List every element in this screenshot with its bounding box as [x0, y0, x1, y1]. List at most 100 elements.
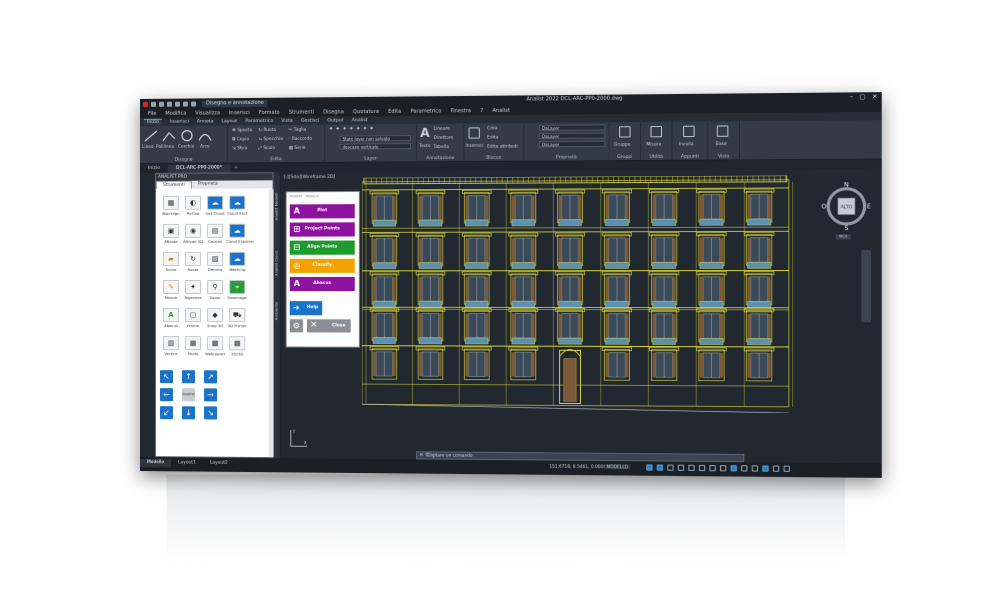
- tab-model[interactable]: Modello: [140, 459, 172, 468]
- settings-gear-icon[interactable]: ⚙: [289, 319, 303, 333]
- scale-button[interactable]: ⤢ Scala: [258, 146, 275, 151]
- palette-tool[interactable]: ▩ 2D/3D: [226, 336, 248, 359]
- menu-item[interactable]: Parametrico: [410, 108, 441, 114]
- ribbon-tab[interactable]: Parametrico: [245, 118, 273, 123]
- arrow-down-left-icon[interactable]: ↙: [159, 406, 173, 420]
- close-button[interactable]: ✕ Close: [306, 319, 351, 333]
- command-input[interactable]: Digitare un comando: [427, 452, 472, 457]
- tab-start[interactable]: Inizio: [140, 165, 168, 173]
- vtab-cloud[interactable]: Analist Cloud: [274, 239, 281, 289]
- menu-item[interactable]: Strumenti: [289, 109, 314, 115]
- layer-tools-icons[interactable]: ◈ ◈ ◈ ◈ ◈ ◈ ◈: [329, 126, 374, 131]
- palette-tool[interactable]: ▩ Webreport: [204, 336, 226, 359]
- arrow-down-right-icon[interactable]: ↘: [204, 406, 218, 420]
- palette-tool[interactable]: ◐ ReCap: [182, 195, 204, 219]
- mirror-button[interactable]: ⇋ Specchio: [258, 137, 283, 142]
- polar-icon[interactable]: [677, 464, 685, 471]
- palette-tool[interactable]: ▨ Decima: [204, 251, 226, 275]
- palette-tool[interactable]: ☁ Cloud Sect: [226, 195, 248, 219]
- save-icon[interactable]: [166, 101, 172, 107]
- draw-polyline-label[interactable]: Polilinea: [156, 145, 174, 150]
- lineweight-dropdown[interactable]: DaLayer: [538, 140, 606, 148]
- palette-tool[interactable]: ⚲ Zoom: [204, 279, 226, 303]
- annotation-scale-icon[interactable]: [730, 465, 737, 472]
- palette-tool[interactable]: ☁ Meshing: [226, 251, 248, 275]
- leader-button[interactable]: Direttore: [434, 136, 454, 141]
- drawing-canvas[interactable]: [-][Sito][Wireframe 2D] Analist · Abacus…: [280, 168, 882, 464]
- ribbon-tab[interactable]: Annota: [197, 119, 213, 124]
- ribbon-tab[interactable]: Inizio: [143, 118, 163, 125]
- palette-tool[interactable]: ▰ Scala: [160, 251, 182, 275]
- linetype-dropdown[interactable]: DaLayer: [538, 132, 606, 140]
- layer-dropdown[interactable]: descaxo verticale: [339, 143, 411, 150]
- palette-tool[interactable]: ↻ Ruota: [182, 251, 204, 275]
- arrow-up-icon[interactable]: ↑: [181, 370, 196, 384]
- ortho-icon[interactable]: [667, 464, 674, 471]
- copy-button[interactable]: ⧉ Copia: [232, 137, 249, 142]
- minimize-icon[interactable]: –: [850, 93, 853, 100]
- insert-block-icon[interactable]: [468, 127, 480, 139]
- palette-tool[interactable]: ⌖ Geoimage: [226, 279, 248, 303]
- base-view-icon[interactable]: [716, 125, 729, 137]
- insert-block-label[interactable]: Inserisci: [465, 144, 483, 149]
- base-label[interactable]: Base: [716, 142, 727, 147]
- menu-item[interactable]: Finestra: [451, 108, 471, 114]
- tab-tools[interactable]: Strumenti: [155, 180, 192, 189]
- arrow-down-icon[interactable]: ↓: [181, 406, 196, 420]
- analist-button[interactable]: ◎ Classify: [289, 258, 355, 273]
- osnap-icon[interactable]: [688, 464, 695, 472]
- text-label[interactable]: Testo: [419, 144, 430, 149]
- measure-label[interactable]: Misura: [646, 142, 661, 147]
- ribbon-tab[interactable]: Inserisci: [170, 119, 189, 124]
- grid-icon[interactable]: [646, 464, 653, 471]
- model-space-toggle[interactable]: MODELLO: [604, 464, 631, 470]
- color-dropdown[interactable]: DaLayer: [538, 124, 606, 131]
- analist-button[interactable]: A Plot: [289, 204, 355, 219]
- palette-tool[interactable]: ▢ Frame: [182, 308, 204, 331]
- ribbon-tab[interactable]: Analist: [352, 118, 368, 123]
- transparency-icon[interactable]: [719, 465, 727, 472]
- app-logo-icon[interactable]: [142, 101, 148, 107]
- paste-label[interactable]: Incolla: [679, 142, 694, 147]
- tab-layout1[interactable]: Layout1: [171, 459, 203, 467]
- menu-item[interactable]: Inserisci: [229, 110, 250, 116]
- analist-button[interactable]: A Abacus: [289, 276, 355, 292]
- redo-icon[interactable]: [191, 100, 197, 107]
- lineweight-icon[interactable]: [709, 464, 716, 472]
- navigation-bar[interactable]: [861, 249, 872, 323]
- group-icon[interactable]: [619, 126, 631, 138]
- menu-item[interactable]: Disegna: [323, 109, 344, 115]
- group-label[interactable]: Gruppo: [614, 143, 631, 148]
- palette-tool[interactable]: ☁ Get Cloud: [204, 195, 226, 219]
- palette-tool[interactable]: ▤ Geocell: [204, 223, 226, 247]
- otrack-icon[interactable]: [698, 464, 706, 472]
- compass-west[interactable]: O: [821, 203, 826, 210]
- table-button[interactable]: Tabella: [434, 145, 449, 150]
- compass-east[interactable]: E: [867, 203, 871, 210]
- edit-block-button[interactable]: Edita: [487, 135, 498, 140]
- palette-tool[interactable]: ◉ Attivaa 3D: [182, 223, 204, 247]
- trim-button[interactable]: ✂ Taglia: [289, 128, 306, 133]
- menu-item[interactable]: Visualizza: [195, 110, 220, 116]
- paste-icon[interactable]: [683, 125, 695, 138]
- vtab-environment[interactable]: Ambiente: [274, 291, 281, 331]
- workspace-selector[interactable]: Disegno e annotazione: [202, 99, 268, 107]
- measure-icon[interactable]: [650, 125, 663, 138]
- command-close-icon[interactable]: ✕ ⚲: [419, 452, 429, 458]
- analist-button[interactable]: ⊟ Align Points: [289, 240, 355, 255]
- array-button[interactable]: ▦ Serie: [289, 146, 306, 151]
- menu-item[interactable]: Modifica: [165, 110, 186, 116]
- viewcube-face[interactable]: ALTO: [841, 204, 853, 210]
- new-file-icon[interactable]: [150, 101, 156, 107]
- ribbon-tab[interactable]: Vista: [281, 118, 292, 123]
- menu-item[interactable]: Quotatura: [353, 108, 379, 114]
- help-button[interactable]: ➜ Help: [289, 301, 323, 316]
- layer-state-dropdown[interactable]: Stato layer non salvato: [339, 134, 411, 142]
- customize-icon[interactable]: [783, 465, 790, 472]
- stretch-button[interactable]: ⇲ Stira: [232, 146, 247, 151]
- draw-line-label[interactable]: Linea: [142, 145, 154, 150]
- facade-drawing[interactable]: [362, 176, 800, 414]
- palette-tool[interactable]: ☁ Cloud Explorer: [226, 223, 254, 247]
- move-button[interactable]: ✥ Sposta: [232, 128, 252, 133]
- palette-tool[interactable]: ▦ Blocklign: [160, 195, 182, 219]
